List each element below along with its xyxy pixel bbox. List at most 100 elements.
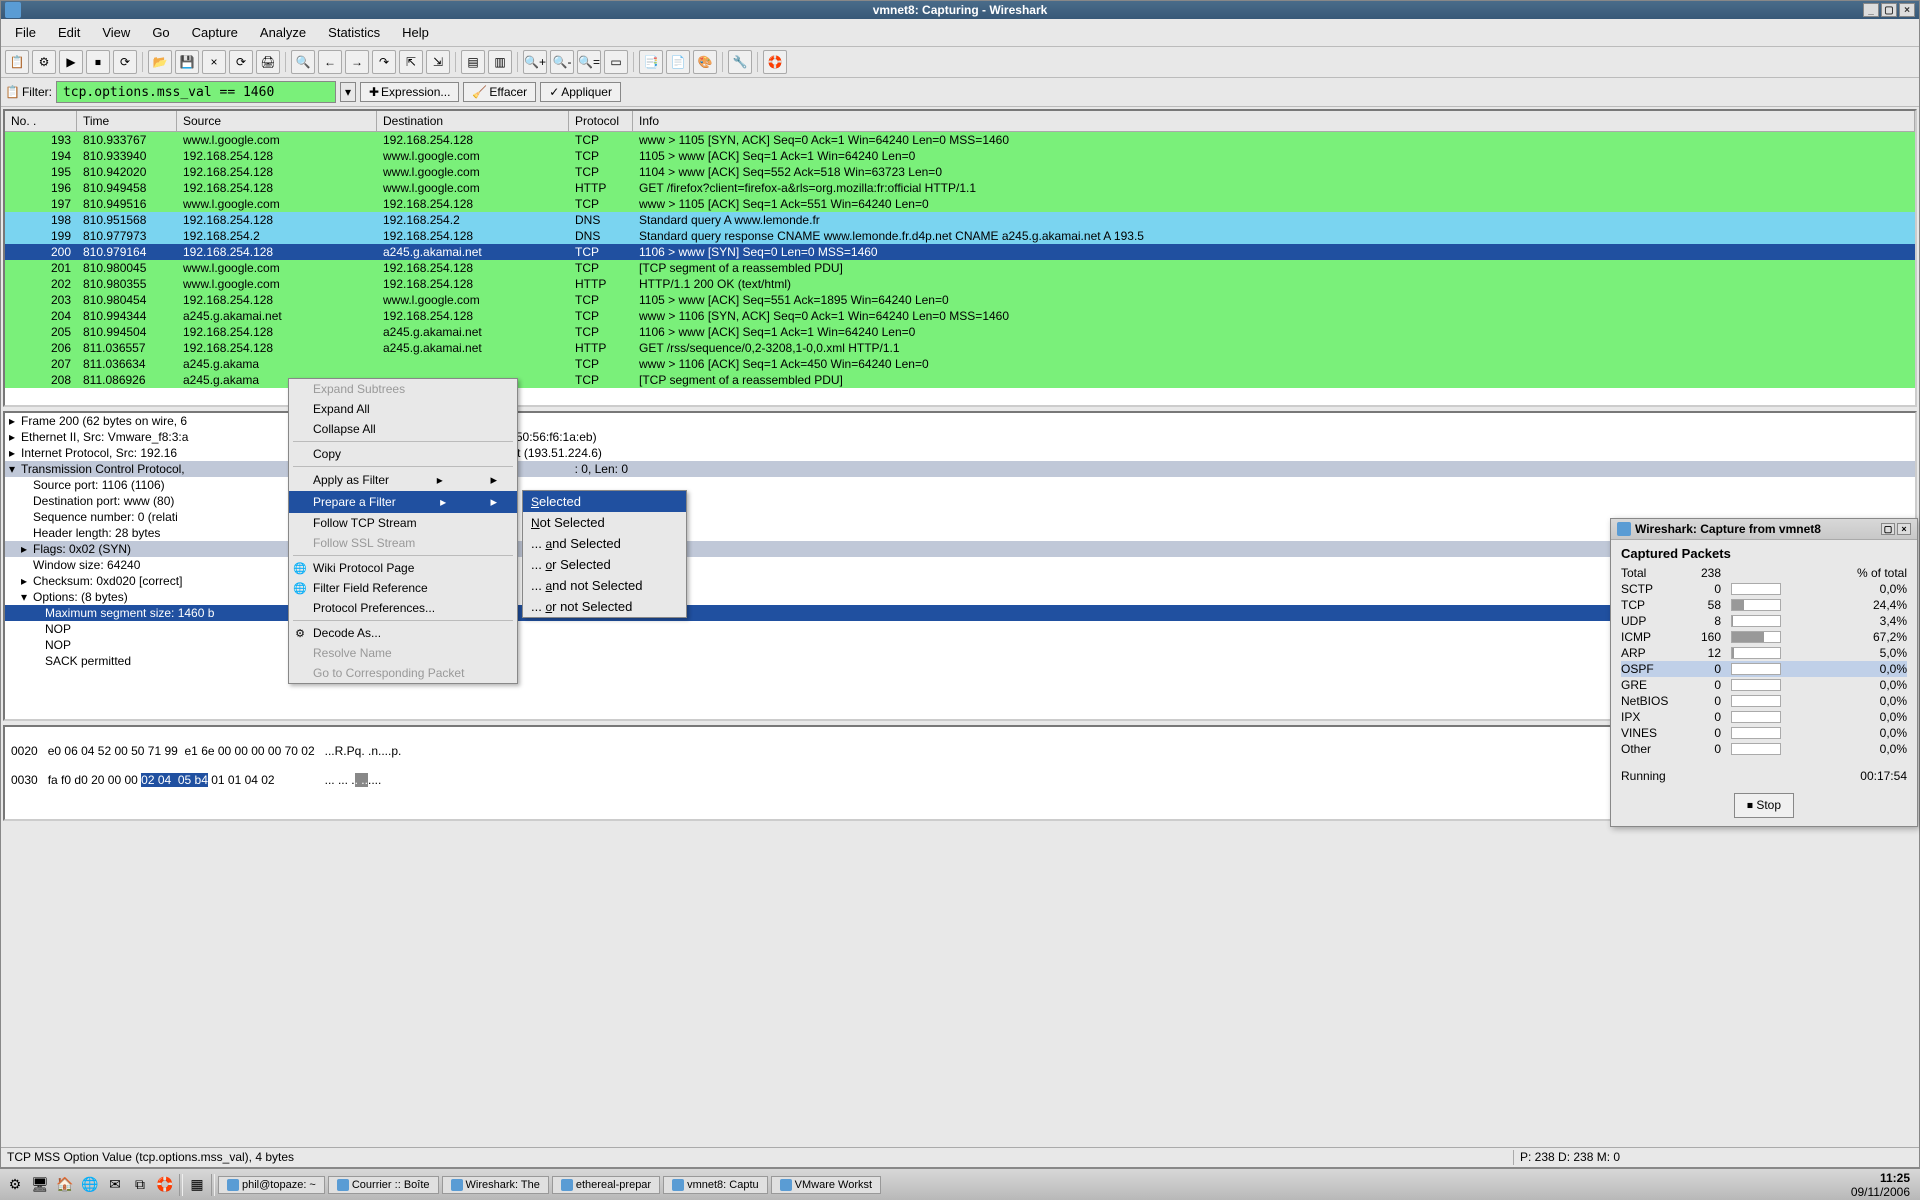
packet-row[interactable]: 193810.933767www.l.google.com192.168.254… (5, 132, 1915, 148)
ctx-protocol-preferences-[interactable]: Protocol Preferences... (289, 598, 517, 618)
task-item[interactable]: ethereal-prepar (552, 1176, 660, 1194)
menu-edit[interactable]: Edit (48, 21, 90, 44)
close-file-button[interactable]: × (202, 50, 226, 74)
interfaces-button[interactable]: 📋 (5, 50, 29, 74)
packet-row[interactable]: 200810.979164192.168.254.128a245.g.akama… (5, 244, 1915, 260)
col-header-time[interactable]: Time (77, 111, 177, 131)
prefs-button[interactable]: 🔧 (728, 50, 752, 74)
sub--or-not-selected[interactable]: ... or not Selected (523, 596, 686, 617)
desktop-icon[interactable]: 🖥 (29, 1174, 51, 1196)
submenu[interactable]: SelectedNot Selected... and Selected... … (522, 490, 687, 618)
restart-capture-button[interactable]: ⟳ (113, 50, 137, 74)
expression-button[interactable]: ✚ Expression... (360, 82, 459, 102)
task-item[interactable]: vmnet8: Captu (663, 1176, 768, 1194)
col-header-protocol[interactable]: Protocol (569, 111, 633, 131)
packet-row[interactable]: 204810.994344a245.g.akamai.net192.168.25… (5, 308, 1915, 324)
dialog-maximize[interactable]: ▢ (1881, 523, 1895, 535)
ctx-follow-tcp-stream[interactable]: Follow TCP Stream (289, 513, 517, 533)
forward-button[interactable]: → (345, 50, 369, 74)
packet-list[interactable]: No. . Time Source Destination Protocol I… (3, 109, 1917, 407)
close-button[interactable]: × (1899, 3, 1915, 17)
zoom-reset-button[interactable]: 🔍= (577, 50, 601, 74)
col-header-destination[interactable]: Destination (377, 111, 569, 131)
packet-row[interactable]: 206811.036557192.168.254.128a245.g.akama… (5, 340, 1915, 356)
task-item[interactable]: Courrier :: Boîte (328, 1176, 439, 1194)
sub-not-selected[interactable]: Not Selected (523, 512, 686, 533)
ctx-copy[interactable]: Copy (289, 444, 517, 464)
packet-row[interactable]: 198810.951568192.168.254.128192.168.254.… (5, 212, 1915, 228)
last-button[interactable]: ⇲ (426, 50, 450, 74)
maximize-button[interactable]: ▢ (1881, 3, 1897, 17)
start-capture-button[interactable]: ▶ (59, 50, 83, 74)
packet-row[interactable]: 205810.994504192.168.254.128a245.g.akama… (5, 324, 1915, 340)
menu-go[interactable]: Go (142, 21, 179, 44)
packet-row[interactable]: 194810.933940192.168.254.128www.l.google… (5, 148, 1915, 164)
col-header-no[interactable]: No. . (5, 111, 77, 131)
find-button[interactable]: 🔍 (291, 50, 315, 74)
options-button[interactable]: ⚙ (32, 50, 56, 74)
help-icon[interactable]: 🛟 (154, 1174, 176, 1196)
filter-dropdown[interactable]: ▾ (340, 82, 356, 102)
ctx-decode-as-[interactable]: ⚙Decode As... (289, 623, 517, 643)
task-item[interactable]: VMware Workst (771, 1176, 881, 1194)
packet-row[interactable]: 199810.977973192.168.254.2192.168.254.12… (5, 228, 1915, 244)
sub--or-selected[interactable]: ... or Selected (523, 554, 686, 575)
goto-button[interactable]: ↷ (372, 50, 396, 74)
packet-row[interactable]: 197810.949516www.l.google.com192.168.254… (5, 196, 1915, 212)
kmenu-icon[interactable]: ⚙ (4, 1174, 26, 1196)
col-header-info[interactable]: Info (633, 111, 1915, 131)
menu-file[interactable]: File (5, 21, 46, 44)
dialog-close[interactable]: × (1897, 523, 1911, 535)
colorize-button[interactable]: ▤ (461, 50, 485, 74)
minimize-button[interactable]: _ (1863, 3, 1879, 17)
menu-view[interactable]: View (92, 21, 140, 44)
clear-button[interactable]: 🧹 Effacer (463, 82, 536, 102)
zoom-in-button[interactable]: 🔍+ (523, 50, 547, 74)
task-item[interactable]: phil@topaze: ~ (218, 1176, 325, 1194)
capture-filters-button[interactable]: 📑 (639, 50, 663, 74)
packet-row[interactable]: 195810.942020192.168.254.128www.l.google… (5, 164, 1915, 180)
menu-analyze[interactable]: Analyze (250, 21, 316, 44)
resize-cols-button[interactable]: ▭ (604, 50, 628, 74)
ctx-wiki-protocol-page[interactable]: 🌐Wiki Protocol Page (289, 558, 517, 578)
ctx-expand-all[interactable]: Expand All (289, 399, 517, 419)
packet-row[interactable]: 201810.980045www.l.google.com192.168.254… (5, 260, 1915, 276)
sub--and-selected[interactable]: ... and Selected (523, 533, 686, 554)
autoscroll-button[interactable]: ▥ (488, 50, 512, 74)
menu-statistics[interactable]: Statistics (318, 21, 390, 44)
context-menu[interactable]: Expand SubtreesExpand AllCollapse AllCop… (288, 378, 518, 684)
col-header-source[interactable]: Source (177, 111, 377, 131)
apply-button[interactable]: ✓ Appliquer (540, 82, 621, 102)
ctx-apply-as-filter[interactable]: Apply as Filter▸ (289, 469, 517, 491)
home-icon[interactable]: 🏠 (54, 1174, 76, 1196)
coloring-rules-button[interactable]: 🎨 (693, 50, 717, 74)
reload-button[interactable]: ⟳ (229, 50, 253, 74)
browser-icon[interactable]: 🌐 (79, 1174, 101, 1196)
task-item[interactable]: Wireshark: The (442, 1176, 549, 1194)
ctx-collapse-all[interactable]: Collapse All (289, 419, 517, 439)
ctx-filter-field-reference[interactable]: 🌐Filter Field Reference (289, 578, 517, 598)
open-button[interactable]: 📂 (148, 50, 172, 74)
stop-button[interactable]: ⏹ Stop (1734, 793, 1794, 818)
filter-input[interactable] (56, 81, 336, 103)
menu-help[interactable]: Help (392, 21, 439, 44)
capture-dialog[interactable]: Wireshark: Capture from vmnet8 ▢ × Captu… (1610, 518, 1918, 827)
stop-capture-button[interactable]: ⏹ (86, 50, 110, 74)
pager-icon[interactable]: ▦ (186, 1174, 208, 1196)
terminal-icon[interactable]: ⧉ (129, 1174, 151, 1196)
display-filters-button[interactable]: 📄 (666, 50, 690, 74)
packet-row[interactable]: 196810.949458192.168.254.128www.l.google… (5, 180, 1915, 196)
back-button[interactable]: ← (318, 50, 342, 74)
sub--and-not-selected[interactable]: ... and not Selected (523, 575, 686, 596)
packet-row[interactable]: 203810.980454192.168.254.128www.l.google… (5, 292, 1915, 308)
ctx-prepare-a-filter[interactable]: Prepare a Filter▸ (289, 491, 517, 513)
packet-row[interactable]: 202810.980355www.l.google.com192.168.254… (5, 276, 1915, 292)
zoom-out-button[interactable]: 🔍- (550, 50, 574, 74)
packet-row[interactable]: 207811.036634a245.g.akamaTCPwww > 1106 [… (5, 356, 1915, 372)
first-button[interactable]: ⇱ (399, 50, 423, 74)
menu-capture[interactable]: Capture (182, 21, 248, 44)
mail-icon[interactable]: ✉ (104, 1174, 126, 1196)
print-button[interactable]: 🖨 (256, 50, 280, 74)
save-button[interactable]: 💾 (175, 50, 199, 74)
sub-selected[interactable]: Selected (523, 491, 686, 512)
